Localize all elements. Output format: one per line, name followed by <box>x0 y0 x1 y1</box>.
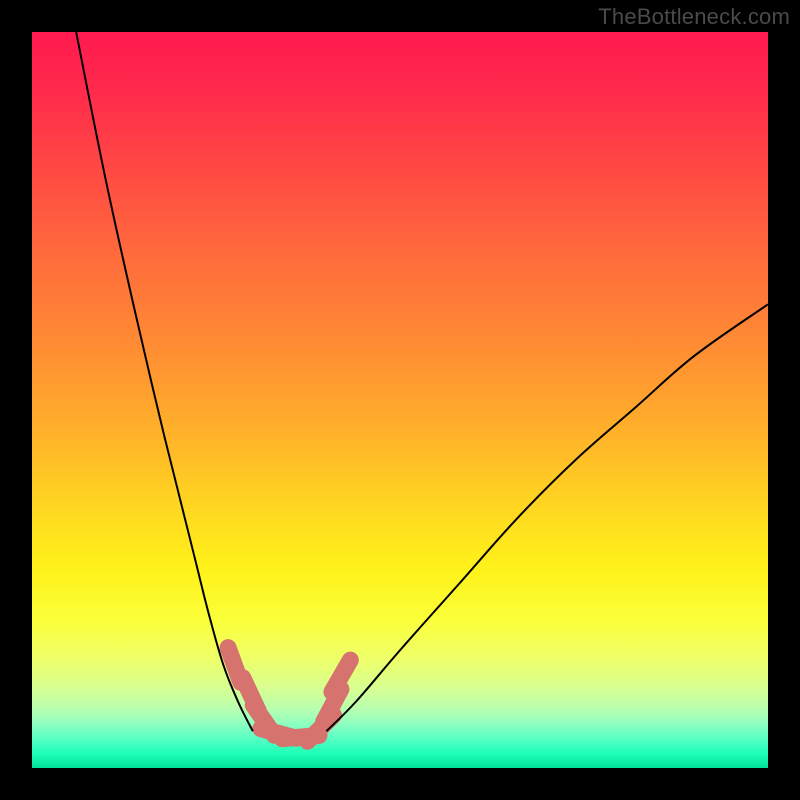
right-curve <box>326 304 768 731</box>
chart-svg <box>32 32 768 768</box>
base-segments-layer <box>228 648 350 742</box>
left-curve <box>76 32 253 731</box>
chart-frame: TheBottleneck.com <box>0 0 800 800</box>
chart-plot-area <box>32 32 768 768</box>
attribution-label: TheBottleneck.com <box>598 4 790 30</box>
